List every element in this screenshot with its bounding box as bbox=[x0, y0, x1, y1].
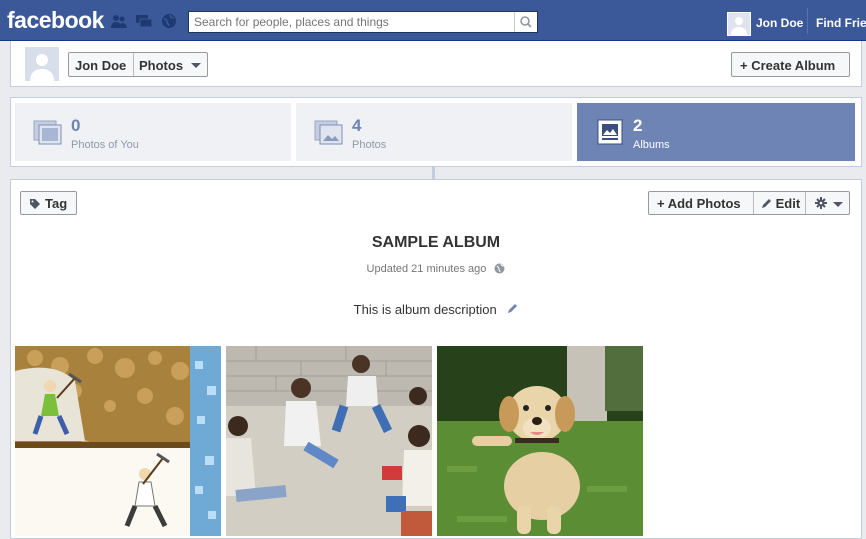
breadcrumb-user[interactable]: Jon Doe bbox=[75, 58, 126, 73]
albums-label: Albums bbox=[633, 139, 670, 151]
search-button[interactable] bbox=[514, 12, 537, 32]
photos-header: Jon Doe Photos + Create Album bbox=[10, 41, 862, 87]
photos-label: Photos bbox=[352, 139, 387, 151]
album-actions: + Add Photos Edit bbox=[648, 191, 850, 215]
user-avatar[interactable] bbox=[727, 12, 751, 36]
facebook-logo[interactable]: facebook bbox=[7, 7, 104, 34]
user-name-link[interactable]: Jon Doe bbox=[756, 16, 803, 30]
photo-stats: 0 Photos of You 4 Photos 2 Albums bbox=[10, 97, 862, 167]
create-album-label: + Create Album bbox=[740, 58, 836, 73]
search-icon bbox=[520, 16, 532, 28]
gear-icon[interactable] bbox=[815, 197, 827, 209]
tab-photos-of-you[interactable]: 0 Photos of You bbox=[15, 103, 291, 161]
album-updated: Updated 21 minutes ago bbox=[11, 263, 861, 275]
default-profile-icon bbox=[728, 13, 750, 35]
children-playing-image bbox=[226, 346, 432, 536]
albums-count: 2 bbox=[633, 116, 643, 135]
description-text: This is album description bbox=[353, 302, 497, 317]
profile-picture[interactable] bbox=[25, 47, 59, 81]
search-input[interactable] bbox=[189, 12, 515, 32]
album-photo[interactable] bbox=[437, 346, 643, 536]
photos-icon bbox=[314, 120, 343, 145]
album-panel: Tag + Add Photos Edit SAMPLE ALBUM Updat… bbox=[10, 179, 862, 539]
divider bbox=[753, 192, 754, 214]
connector-line bbox=[432, 167, 435, 179]
puppy-image bbox=[437, 346, 643, 536]
tag-icon bbox=[30, 199, 40, 209]
photos-count: 4 bbox=[352, 116, 362, 135]
photos-of-you-count: 0 bbox=[71, 116, 81, 135]
chevron-down-icon[interactable] bbox=[191, 63, 201, 68]
messages-icon[interactable] bbox=[135, 13, 153, 29]
search-box bbox=[188, 11, 538, 33]
pencil-icon[interactable] bbox=[507, 303, 518, 314]
tag-button[interactable]: Tag bbox=[20, 191, 77, 215]
notifications-icon[interactable] bbox=[160, 13, 178, 29]
add-photos-button[interactable]: + Add Photos bbox=[657, 196, 741, 211]
album-photo[interactable] bbox=[15, 346, 221, 536]
tab-albums[interactable]: 2 Albums bbox=[577, 103, 855, 161]
breadcrumb: Jon Doe Photos bbox=[68, 52, 208, 77]
photos-of-you-icon bbox=[33, 120, 62, 145]
edit-label: Edit bbox=[775, 196, 801, 211]
album-description: This is album description bbox=[11, 302, 861, 317]
updated-text: Updated 21 minutes ago bbox=[366, 263, 487, 275]
chevron-down-icon[interactable] bbox=[833, 202, 843, 207]
find-friends-link[interactable]: Find Friends bbox=[816, 16, 866, 30]
album-title: SAMPLE ALBUM bbox=[371, 234, 501, 251]
breadcrumb-photos[interactable]: Photos bbox=[139, 58, 183, 73]
cartoon-miner-image bbox=[15, 346, 221, 536]
pencil-icon bbox=[762, 199, 771, 208]
album-photo[interactable] bbox=[226, 346, 432, 536]
top-bar: facebook Jon Doe Find Friends bbox=[0, 0, 866, 41]
tab-photos[interactable]: 4 Photos bbox=[296, 103, 572, 161]
albums-icon bbox=[597, 119, 623, 145]
friend-requests-icon[interactable] bbox=[110, 13, 128, 29]
tag-label: Tag bbox=[45, 196, 68, 211]
globe-icon[interactable] bbox=[494, 263, 505, 274]
create-album-button[interactable]: + Create Album bbox=[731, 52, 850, 77]
photos-of-you-label: Photos of You bbox=[71, 139, 139, 151]
divider bbox=[133, 53, 134, 76]
default-profile-icon bbox=[25, 47, 59, 81]
edit-button[interactable]: Edit bbox=[761, 196, 800, 211]
divider bbox=[805, 192, 806, 214]
divider bbox=[807, 8, 808, 34]
